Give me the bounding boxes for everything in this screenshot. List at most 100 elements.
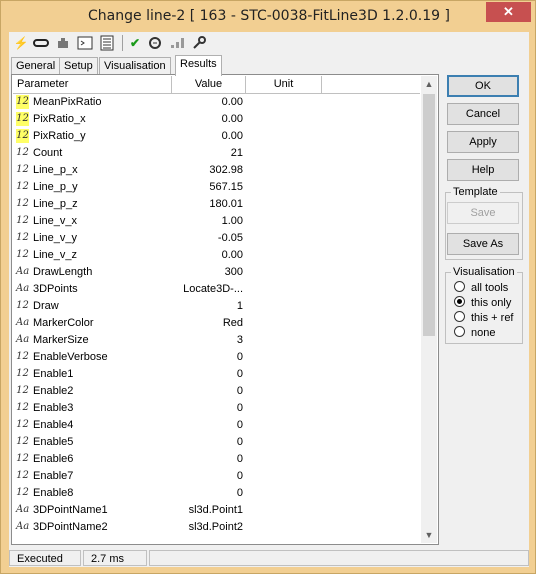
- table-row[interactable]: 12 EnableVerbose 0: [13, 349, 420, 366]
- table-row[interactable]: 12 Line_v_z 0.00: [13, 247, 420, 264]
- wrench-icon[interactable]: [191, 35, 207, 51]
- table-row[interactable]: 12 Enable8 0: [13, 485, 420, 502]
- status-time: 2.7 ms: [83, 550, 147, 566]
- tab-visualisation[interactable]: Visualisation: [99, 57, 171, 75]
- lightning-icon[interactable]: ⚡: [13, 35, 29, 51]
- parameter-value: 300: [224, 266, 243, 278]
- table-row[interactable]: 12 PixRatio_y 0.00: [13, 128, 420, 145]
- table-row[interactable]: 12 Enable7 0: [13, 468, 420, 485]
- table-row[interactable]: 12 Enable3 0: [13, 400, 420, 417]
- checkmark-icon[interactable]: ✔: [127, 35, 143, 51]
- text-type-icon: Aa: [16, 521, 30, 532]
- parameter-name: Enable7: [33, 470, 74, 482]
- text-type-icon: Aa: [16, 317, 30, 328]
- title-bar[interactable]: Change line-2 [ 163 - STC-0038-FitLine3D…: [1, 1, 536, 32]
- ok-button[interactable]: OK: [447, 75, 519, 97]
- save-as-button[interactable]: Save As: [447, 233, 519, 255]
- radio-dot[interactable]: [454, 296, 465, 307]
- text-type-icon: Aa: [16, 334, 30, 345]
- parameter-name: MarkerColor: [33, 317, 94, 329]
- table-row[interactable]: Aa DrawLength 300: [13, 264, 420, 281]
- parameter-value: 0.00: [221, 130, 243, 142]
- link-icon[interactable]: [33, 35, 49, 51]
- parameter-name: Line_p_z: [33, 198, 78, 210]
- parameter-value: Locate3D-...: [183, 283, 243, 295]
- table-row[interactable]: 12 Enable1 0: [13, 366, 420, 383]
- parameter-value: 0: [236, 368, 243, 380]
- table-row[interactable]: 12 Enable6 0: [13, 451, 420, 468]
- parameter-name: Line_p_y: [33, 181, 78, 193]
- table-row[interactable]: Aa 3DPoints Locate3D-...: [13, 281, 420, 298]
- scroll-down-icon[interactable]: ▼: [421, 527, 437, 543]
- parameter-value: sl3d.Point2: [188, 521, 243, 533]
- radio-this-only[interactable]: this only: [454, 296, 511, 310]
- table-row[interactable]: 12 Line_p_x 302.98: [13, 162, 420, 179]
- number-type-icon: 12: [16, 470, 29, 481]
- parameter-name: Line_v_y: [33, 232, 78, 244]
- parameter-name: Enable1: [33, 368, 74, 380]
- radio-label: this + ref: [471, 312, 514, 324]
- parameter-name: DrawLength: [33, 266, 93, 278]
- close-button[interactable]: ✕: [486, 2, 531, 22]
- parameter-name: Line_v_x: [33, 215, 78, 227]
- table-row[interactable]: 12 Enable4 0: [13, 417, 420, 434]
- table-row[interactable]: 12 Line_v_y -0.05: [13, 230, 420, 247]
- list-icon[interactable]: [99, 35, 115, 51]
- number-type-icon: 12: [16, 368, 29, 379]
- radio-dot[interactable]: [454, 311, 465, 322]
- table-row[interactable]: 12 PixRatio_x 0.00: [13, 111, 420, 128]
- radio-none[interactable]: none: [454, 326, 495, 340]
- radio-this-plus-ref[interactable]: this + ref: [454, 311, 514, 325]
- visualisation-group: Visualisation all tools this only this +…: [445, 266, 523, 344]
- number-type-icon: 12: [16, 487, 29, 498]
- column-header-parameter[interactable]: Parameter: [13, 76, 172, 93]
- apply-button[interactable]: Apply: [447, 131, 519, 153]
- table-row[interactable]: 12 Line_p_z 180.01: [13, 196, 420, 213]
- parameter-value: 0: [236, 436, 243, 448]
- radio-dot[interactable]: [454, 326, 465, 337]
- radio-all-tools[interactable]: all tools: [454, 281, 508, 295]
- table-row[interactable]: 12 Enable5 0: [13, 434, 420, 451]
- parameter-value: 180.01: [209, 198, 243, 210]
- tab-setup[interactable]: Setup: [59, 57, 98, 75]
- radio-dot[interactable]: [454, 281, 465, 292]
- parameter-value: 0: [236, 487, 243, 499]
- number-type-icon: 12: [16, 147, 29, 158]
- console-icon[interactable]: [77, 35, 93, 51]
- parameter-name: EnableVerbose: [33, 351, 108, 363]
- parameter-value: 1: [236, 300, 243, 312]
- table-body: 12 MeanPixRatio 0.00 12 PixRatio_x 0.00 12 PixR…: [13, 94, 420, 542]
- parameter-value: sl3d.Point1: [188, 504, 243, 516]
- table-row[interactable]: 12 Count 21: [13, 145, 420, 162]
- table-row[interactable]: Aa MarkerSize 3: [13, 332, 420, 349]
- column-header-value[interactable]: Value: [172, 76, 246, 93]
- parameter-value: 21: [230, 147, 243, 159]
- table-row[interactable]: 12 Draw 1: [13, 298, 420, 315]
- tab-results[interactable]: Results: [175, 55, 222, 76]
- table-row[interactable]: 12 Line_v_x 1.00: [13, 213, 420, 230]
- column-header-unit[interactable]: Unit: [246, 76, 322, 93]
- scroll-up-icon[interactable]: ▲: [421, 76, 437, 92]
- table-row[interactable]: 12 MeanPixRatio 0.00: [13, 94, 420, 111]
- vertical-scrollbar[interactable]: ▲ ▼: [421, 76, 437, 543]
- parameter-value: 1.00: [221, 215, 243, 227]
- parameter-name: 3DPointName2: [33, 521, 108, 533]
- tab-general[interactable]: General: [11, 57, 61, 75]
- visualisation-group-title: Visualisation: [451, 266, 517, 278]
- parameter-name: MeanPixRatio: [33, 96, 102, 108]
- table-row[interactable]: Aa 3DPointName2 sl3d.Point2: [13, 519, 420, 536]
- scrollbar-thumb[interactable]: [423, 94, 435, 336]
- table-row[interactable]: Aa MarkerColor Red: [13, 315, 420, 332]
- save-button[interactable]: Save: [447, 202, 519, 224]
- table-row[interactable]: Aa 3DPointName1 sl3d.Point1: [13, 502, 420, 519]
- window-frame: Change line-2 [ 163 - STC-0038-FitLine3D…: [0, 0, 536, 574]
- network-icon[interactable]: [169, 35, 185, 51]
- plugin-icon[interactable]: [55, 35, 71, 51]
- magic-icon[interactable]: [147, 35, 163, 51]
- cancel-button[interactable]: Cancel: [447, 103, 519, 125]
- table-row[interactable]: 12 Line_p_y 567.15: [13, 179, 420, 196]
- help-button[interactable]: Help: [447, 159, 519, 181]
- parameter-name: Enable5: [33, 436, 74, 448]
- number-type-icon: 12: [16, 402, 29, 413]
- table-row[interactable]: 12 Enable2 0: [13, 383, 420, 400]
